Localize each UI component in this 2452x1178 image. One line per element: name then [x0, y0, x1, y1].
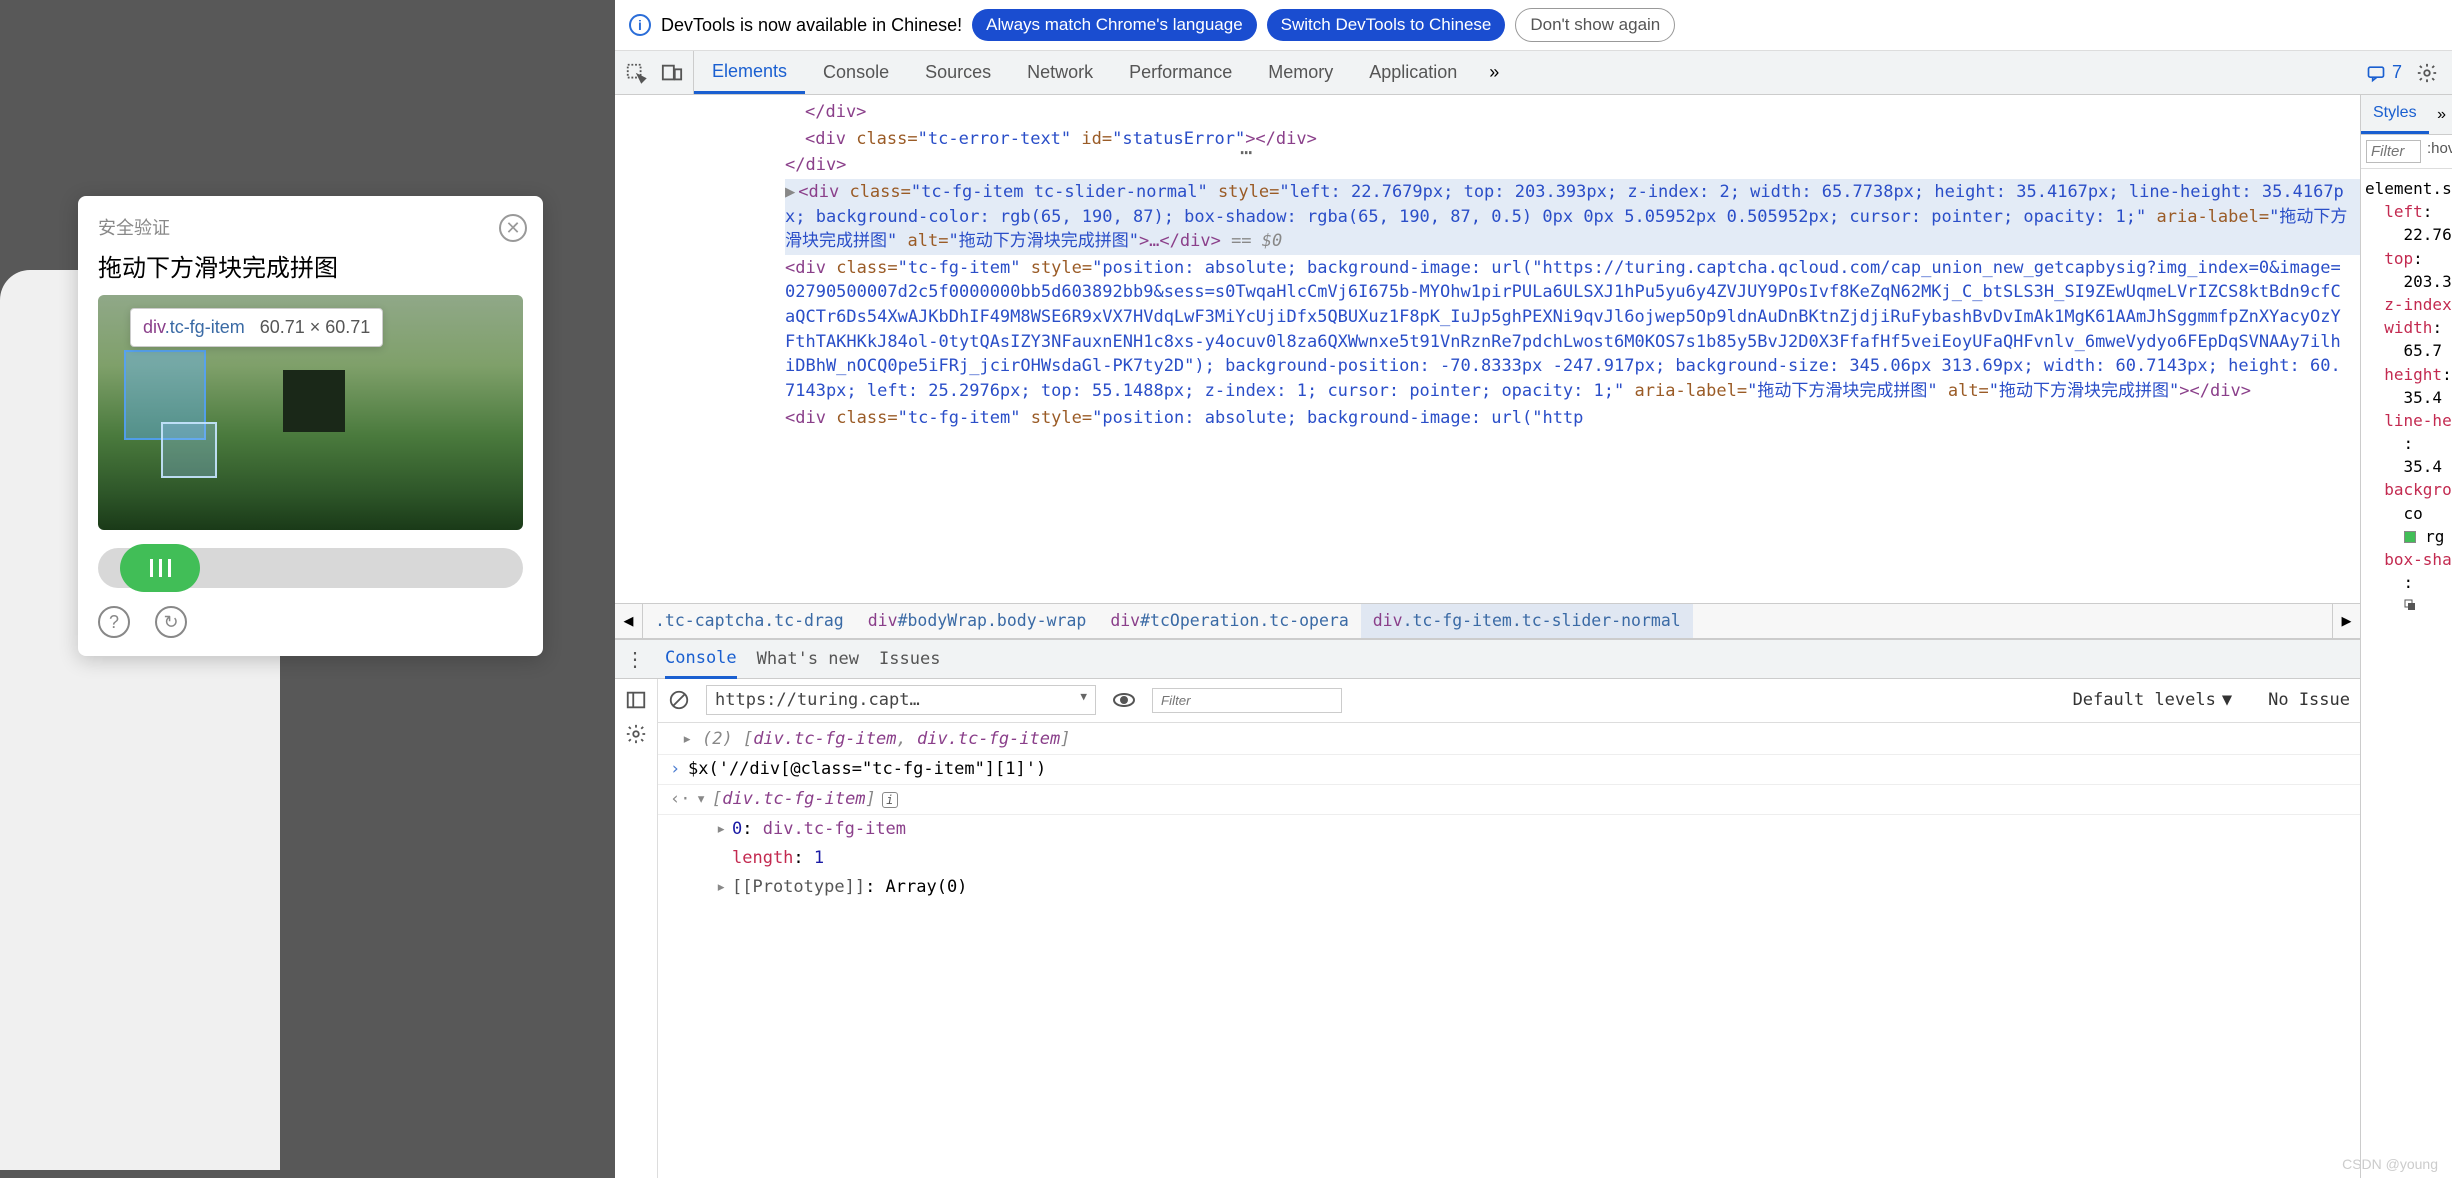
element-inspect-tooltip: div.tc-fg-item 60.71 × 60.71 [130, 308, 383, 347]
breadcrumb-scroll-left[interactable]: ◀ [615, 604, 643, 638]
message-icon [2366, 63, 2386, 83]
slider-handle[interactable] [120, 544, 200, 592]
styles-filter-input[interactable] [2366, 140, 2421, 163]
live-expression-icon[interactable] [1112, 688, 1136, 712]
drawer-menu-icon[interactable]: ⋮ [625, 647, 645, 671]
selected-line-actions[interactable]: ⋯ [1240, 140, 1252, 164]
styles-tab[interactable]: Styles [2361, 95, 2429, 134]
tabs-overflow[interactable]: » [1475, 62, 1513, 83]
tooltip-tag: div [143, 317, 165, 337]
tab-elements[interactable]: Elements [694, 51, 805, 94]
tab-performance[interactable]: Performance [1111, 51, 1250, 94]
breadcrumb-scroll-right[interactable]: ▶ [2332, 604, 2360, 638]
console-output[interactable]: ▸(2) [div.tc-fg-item, div.tc-fg-item] ›$… [658, 723, 2360, 905]
captcha-modal: 安全验证 拖动下方滑块完成拼图 ✕ ? ↻ [78, 196, 543, 656]
clear-console-icon[interactable] [668, 689, 690, 711]
drawer-tab-issues[interactable]: Issues [879, 649, 940, 669]
context-selector[interactable]: https://turing.capt… [706, 685, 1096, 715]
styles-overflow-icon[interactable]: » [2437, 106, 2452, 124]
tab-application[interactable]: Application [1351, 51, 1475, 94]
always-match-button[interactable]: Always match Chrome's language [972, 9, 1256, 41]
tooltip-dimensions: 60.71 × 60.71 [260, 317, 371, 337]
breadcrumb-item[interactable]: .tc-captcha.tc-drag [643, 604, 856, 638]
styles-panel: Styles » :hov element.style { left: 22.76… [2360, 95, 2452, 1178]
captcha-toolbar: ? ↻ [98, 606, 523, 638]
style-rules[interactable]: element.style { left: 22.76 top: 203.3 z… [2361, 169, 2452, 626]
drawer-tab-whatsnew[interactable]: What's new [757, 649, 859, 669]
switch-language-button[interactable]: Switch DevTools to Chinese [1267, 9, 1506, 41]
issues-summary[interactable]: No Issue [2268, 690, 2350, 710]
messages-badge[interactable]: 7 [2366, 62, 2402, 83]
captcha-title: 安全验证 [98, 214, 523, 240]
selected-dom-node: ▶<div class="tc-fg-item tc-slider-normal… [785, 179, 2360, 255]
captcha-instruction: 拖动下方滑块完成拼图 [98, 248, 523, 283]
question-icon: ? [109, 612, 119, 633]
refresh-icon: ↻ [163, 612, 178, 633]
tab-console[interactable]: Console [805, 51, 907, 94]
tooltip-class: .tc-fg-item [165, 317, 245, 337]
tab-network[interactable]: Network [1009, 51, 1111, 94]
slider-track[interactable] [98, 548, 523, 588]
elements-panel: ⋯ </div> <div class="tc-error-text" id="… [615, 95, 2360, 1178]
tab-memory[interactable]: Memory [1250, 51, 1351, 94]
devtools-panel: i DevTools is now available in Chinese! … [615, 0, 2452, 1178]
messages-count: 7 [2392, 62, 2402, 83]
tab-sources[interactable]: Sources [907, 51, 1009, 94]
console-settings-icon[interactable] [625, 723, 647, 745]
close-button[interactable]: ✕ [499, 214, 527, 242]
console-filter-input[interactable] [1152, 688, 1342, 713]
refresh-button[interactable]: ↻ [155, 606, 187, 638]
close-icon: ✕ [505, 218, 520, 239]
info-chip-icon[interactable]: i [882, 792, 898, 808]
breadcrumb-item[interactable]: div#bodyWrap.body-wrap [856, 604, 1099, 638]
log-levels-selector[interactable]: Default levels ▼ [2073, 690, 2233, 710]
breadcrumb-item-selected[interactable]: div.tc-fg-item.tc-slider-normal [1361, 604, 1693, 638]
info-icon: i [629, 14, 651, 36]
help-button[interactable]: ? [98, 606, 130, 638]
devtools-main-tabs: Elements Console Sources Network Perform… [615, 51, 2452, 95]
puzzle-piece[interactable] [161, 422, 217, 478]
language-notice-bar: i DevTools is now available in Chinese! … [615, 0, 2452, 51]
dom-tree[interactable]: </div> <div class="tc-error-text" id="st… [615, 95, 2360, 603]
drawer-tab-console[interactable]: Console [665, 648, 737, 679]
device-toggle-icon[interactable] [661, 62, 683, 84]
sidebar-toggle-icon[interactable] [625, 689, 647, 711]
drawer-tabs: ⋮ Console What's new Issues [615, 639, 2360, 679]
console-toolbar: https://turing.capt… Default levels ▼ No… [658, 679, 2360, 723]
puzzle-target-slot [283, 370, 345, 432]
inspect-element-icon[interactable] [625, 62, 647, 84]
puzzle-piece-highlight [124, 350, 206, 440]
dom-breadcrumb: ◀ .tc-captcha.tc-drag div#bodyWrap.body-… [615, 603, 2360, 639]
hov-toggle[interactable]: :hov [2427, 140, 2452, 163]
color-swatch[interactable] [2404, 531, 2416, 543]
breadcrumb-item[interactable]: div#tcOperation.tc-opera [1098, 604, 1360, 638]
console-input-line: ›$x('//div[@class="tc-fg-item"][1]') [658, 755, 2360, 785]
watermark: CSDN @young [2342, 1156, 2438, 1172]
dismiss-notice-button[interactable]: Don't show again [1515, 8, 1675, 42]
notice-text: DevTools is now available in Chinese! [661, 15, 962, 36]
box-shadow-icon[interactable] [2404, 599, 2416, 611]
settings-icon[interactable] [2416, 62, 2438, 84]
